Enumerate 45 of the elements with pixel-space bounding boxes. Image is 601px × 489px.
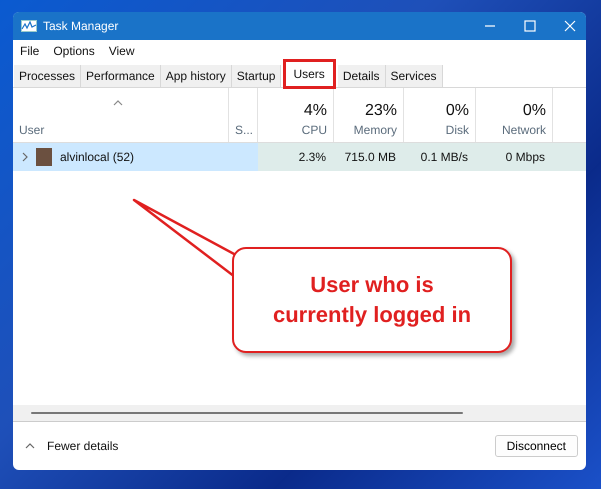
callout-text: User who is currently logged in	[272, 271, 472, 329]
tab[interactable]: Performance	[81, 65, 161, 87]
table-cell: 0.1 MB/s	[404, 143, 476, 171]
avatar-placeholder	[36, 148, 52, 166]
table-cell: 0 Mbps	[476, 143, 553, 171]
usage-percent: 4%	[304, 102, 327, 120]
usage-percent: 23%	[364, 102, 397, 120]
usage-percent: 0%	[522, 102, 546, 120]
column-label: User	[19, 123, 46, 137]
column-header[interactable]: 23% Memory	[334, 88, 404, 142]
column-label: Network	[502, 123, 546, 137]
fewer-details-link[interactable]: Fewer details	[47, 439, 118, 453]
usage-percent: 0%	[446, 102, 469, 120]
sort-caret-icon	[113, 100, 123, 106]
tab[interactable]: App history	[160, 65, 232, 87]
close-icon[interactable]	[564, 20, 576, 32]
tab[interactable]: Details	[338, 65, 386, 87]
caret-up-icon[interactable]	[25, 443, 35, 449]
tab[interactable]: Startup	[232, 65, 282, 87]
column-label: Memory	[354, 123, 397, 137]
column-header[interactable]: 4% CPU	[258, 88, 334, 142]
tab[interactable]: Processes	[14, 65, 82, 87]
user-row[interactable]: alvinlocal (52)	[13, 143, 229, 171]
maximize-icon[interactable]	[524, 20, 536, 32]
status-cell	[229, 143, 258, 171]
column-header[interactable]: 0% Network	[476, 88, 553, 142]
chevron-icon[interactable]	[22, 152, 28, 162]
column-label: CPU	[302, 123, 327, 137]
window-title: Task Manager	[43, 19, 118, 33]
column-header[interactable]: S...	[229, 88, 258, 142]
tab[interactable]: Services	[386, 65, 443, 87]
table-cell: 2.3%	[258, 143, 334, 171]
user-name: alvinlocal (52)	[60, 150, 134, 164]
table-cell: 715.0 MB	[334, 143, 404, 171]
menu-item[interactable]: File	[20, 44, 40, 58]
chart-icon	[21, 20, 37, 32]
column-label: Disk	[446, 123, 469, 137]
column-header[interactable]: User	[13, 88, 229, 142]
menu-item[interactable]: View	[108, 44, 134, 58]
tab[interactable]: Users	[285, 61, 334, 87]
disconnect-button[interactable]: Disconnect	[494, 435, 578, 457]
menu-item[interactable]: Options	[53, 44, 95, 58]
column-header[interactable]: 0% Disk	[404, 88, 476, 142]
column-label: S...	[235, 123, 251, 137]
scrollbar-thumb[interactable]	[31, 412, 463, 414]
